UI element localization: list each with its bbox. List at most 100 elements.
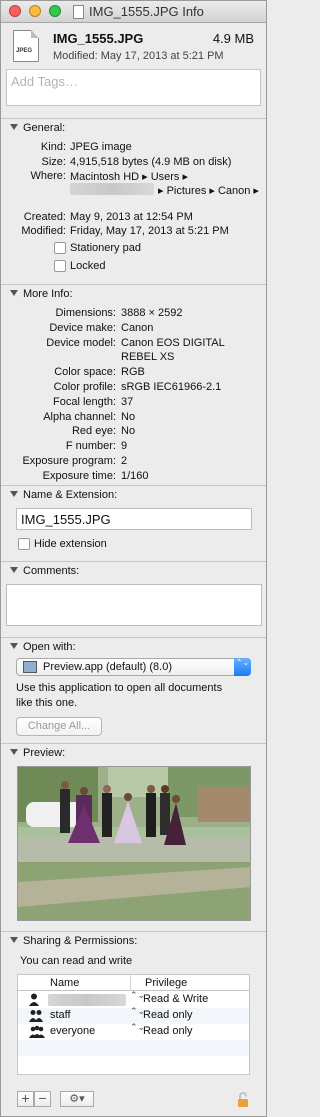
comments-section-header[interactable]: Comments: — [1, 561, 266, 579]
more-info-row: Red eye: No — [1, 425, 266, 439]
file-header: JPEG IMG_1555.JPG 4.9 MB Modified: May 1… — [1, 23, 266, 69]
minimize-button[interactable] — [29, 5, 41, 17]
locked-checkbox[interactable] — [54, 260, 66, 272]
more-info-row: Exposure time: 1/160 — [1, 470, 266, 484]
disclosure-triangle-icon[interactable] — [10, 749, 18, 755]
disclosure-triangle-icon[interactable] — [10, 124, 18, 130]
permission-row-everyone[interactable]: everyone ⌃⌄ Read only — [18, 1023, 249, 1040]
file-name: IMG_1555.JPG — [53, 31, 144, 46]
modified-value: Friday, May 17, 2013 at 5:21 PM — [70, 225, 229, 237]
hide-extension-checkbox[interactable] — [18, 538, 30, 550]
created-value: May 9, 2013 at 12:54 PM — [70, 211, 193, 223]
permission-name: everyone — [50, 1025, 96, 1037]
info-window: IMG_1555.JPG Info JPEG IMG_1555.JPG 4.9 … — [0, 0, 267, 1117]
preview-photo — [18, 767, 250, 920]
col-name-header[interactable]: Name — [50, 977, 79, 989]
jpeg-file-icon: JPEG — [13, 30, 39, 62]
size-row: Size: 4,915,518 bytes (4.9 MB on disk) — [1, 156, 266, 170]
file-size: 4.9 MB — [212, 31, 254, 46]
more-info-value: sRGB IEC61966-2.1 — [121, 381, 222, 393]
more-info-row: Dimensions: 3888 × 2592 — [1, 307, 266, 321]
more-info-label: Device make: — [49, 322, 116, 334]
more-info-section-header[interactable]: More Info: — [1, 284, 266, 302]
more-info-row: REBEL XS — [1, 351, 266, 365]
filename-field[interactable]: IMG_1555.JPG — [16, 508, 252, 530]
comments-title: Comments: — [23, 565, 80, 577]
disclosure-triangle-icon[interactable] — [10, 491, 18, 497]
sharing-note: You can read and write — [20, 955, 133, 967]
hide-extension-label: Hide extension — [34, 538, 107, 550]
title-bar[interactable]: IMG_1555.JPG Info — [1, 1, 266, 23]
more-info-value: No — [121, 411, 136, 423]
where-path-2: ▸ Pictures ▸ Canon ▸ — [158, 185, 259, 197]
kind-row: Kind: JPEG image — [1, 141, 266, 155]
open-with-section-header[interactable]: Open with: — [1, 637, 266, 655]
more-info-value: No — [121, 425, 136, 437]
privilege-value[interactable]: Read & Write — [143, 993, 208, 1005]
kind-value: JPEG image — [70, 141, 132, 153]
more-info-label: F number: — [65, 440, 116, 452]
remove-permission-button[interactable]: − — [34, 1091, 51, 1107]
tags-field[interactable]: Add Tags… — [6, 69, 261, 106]
more-info-value: 9 — [121, 440, 128, 452]
more-info-value: Canon EOS DIGITAL — [121, 337, 225, 349]
popup-stepper-icon: ⌃⌄ — [234, 658, 251, 676]
everyone-icon — [29, 1025, 45, 1038]
lock-icon[interactable] — [237, 1092, 249, 1108]
open-with-note-2: like this one. — [16, 697, 78, 709]
permission-row-empty — [18, 1040, 249, 1056]
permissions-header: Name Privilege — [18, 975, 249, 991]
general-section-header[interactable]: General: — [1, 118, 266, 136]
sharing-title: Sharing & Permissions: — [23, 935, 138, 947]
action-menu-button[interactable]: ⚙▾ — [60, 1091, 94, 1107]
more-info-label: Color space: — [54, 366, 116, 378]
more-info-row: Exposure program: 2 — [1, 455, 266, 469]
zoom-button[interactable] — [49, 5, 61, 17]
disclosure-triangle-icon[interactable] — [10, 643, 18, 649]
size-value: 4,915,518 bytes (4.9 MB on disk) — [70, 156, 232, 168]
open-with-popup[interactable]: Preview.app (default) (8.0) ⌃⌄ — [16, 658, 251, 676]
document-icon — [73, 5, 84, 19]
close-button[interactable] — [9, 5, 21, 17]
disclosure-triangle-icon[interactable] — [10, 937, 18, 943]
where-row-2: ▸ Pictures ▸ Canon ▸ — [1, 184, 266, 198]
open-with-title: Open with: — [23, 641, 76, 653]
user-icon — [29, 993, 39, 1006]
disclosure-triangle-icon[interactable] — [10, 567, 18, 573]
more-info-label: Color profile: — [53, 381, 116, 393]
name-extension-section-header[interactable]: Name & Extension: — [1, 485, 266, 503]
more-info-row: Color space: RGB — [1, 366, 266, 380]
redacted-user-name — [48, 994, 126, 1006]
more-info-value: RGB — [121, 366, 145, 378]
created-row: Created: May 9, 2013 at 12:54 PM — [1, 211, 266, 225]
more-info-title: More Info: — [23, 288, 73, 300]
window-title: IMG_1555.JPG Info — [89, 4, 204, 19]
file-modified: Modified: May 17, 2013 at 5:21 PM — [53, 50, 224, 62]
more-info-value: REBEL XS — [121, 351, 175, 363]
more-info-row: Device make: Canon — [1, 322, 266, 336]
more-info-row: F number: 9 — [1, 440, 266, 454]
add-permission-button[interactable]: + — [17, 1091, 34, 1107]
comments-field[interactable] — [6, 584, 262, 626]
gear-icon: ⚙▾ — [69, 1093, 85, 1105]
sharing-section-header[interactable]: Sharing & Permissions: — [1, 931, 266, 949]
group-icon — [29, 1010, 43, 1022]
more-info-value: 3888 × 2592 — [121, 307, 183, 319]
more-info-label: Red eye: — [71, 425, 116, 437]
where-row: Where: Macintosh HD ▸ Users ▸ — [1, 170, 266, 184]
more-info-label: Device model: — [46, 337, 116, 349]
privilege-value[interactable]: Read only — [143, 1009, 193, 1021]
more-info-row: Device model: Canon EOS DIGITAL — [1, 337, 266, 351]
col-privilege-header[interactable]: Privilege — [145, 977, 187, 989]
more-info-label: Dimensions: — [55, 307, 116, 319]
preview-section-header[interactable]: Preview: — [1, 743, 266, 761]
more-info-label: Exposure time: — [42, 470, 116, 482]
disclosure-triangle-icon[interactable] — [10, 290, 18, 296]
where-label: Where: — [30, 170, 66, 182]
permission-row-empty — [18, 1056, 249, 1072]
stationery-checkbox[interactable] — [54, 242, 66, 254]
privilege-value[interactable]: Read only — [143, 1025, 193, 1037]
change-all-button[interactable]: Change All... — [16, 717, 102, 736]
modified-row: Modified: Friday, May 17, 2013 at 5:21 P… — [1, 225, 266, 239]
more-info-value: 1/160 — [121, 470, 149, 482]
